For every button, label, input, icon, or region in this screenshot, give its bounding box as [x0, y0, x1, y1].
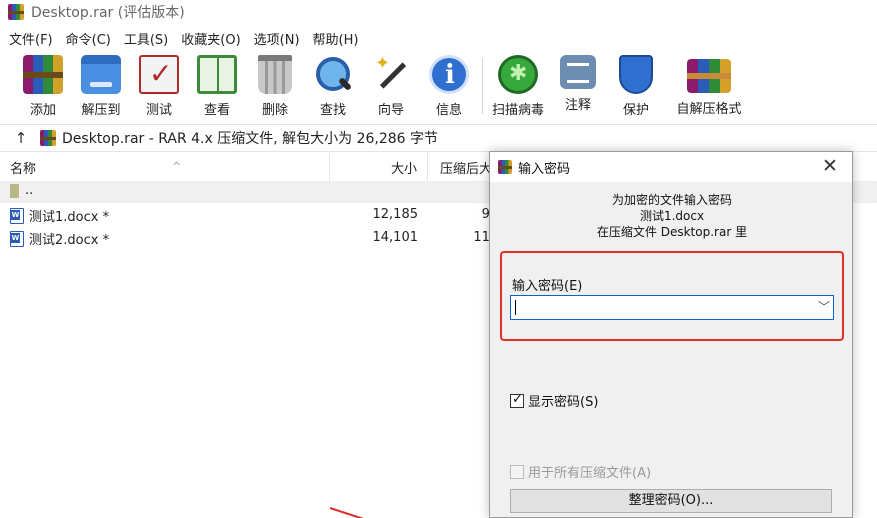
file-size: 12,185: [372, 207, 419, 222]
info-label: 信息: [435, 103, 462, 118]
word-doc-icon: [10, 207, 24, 224]
word-doc-icon: [10, 230, 24, 247]
password-highlight-box: 输入密码(E) ﹀: [500, 251, 844, 341]
test-label: 测试: [145, 103, 172, 118]
sfx-archive-icon: [687, 59, 731, 93]
add-label: 添加: [29, 103, 56, 118]
file-name: ..: [25, 183, 34, 198]
winrar-app-icon: [8, 4, 24, 20]
magnifier-icon: [313, 55, 353, 94]
text-caret: [515, 300, 516, 315]
sfx-label: 自解压格式: [676, 102, 742, 117]
dialog-title-bar: 输入密码 ✕: [490, 152, 852, 182]
shield-icon: [619, 55, 653, 94]
delete-button[interactable]: 删除: [246, 52, 304, 118]
sfx-button[interactable]: 自解压格式: [665, 52, 753, 118]
folder-extract-icon: [81, 55, 121, 94]
trash-icon: [258, 55, 292, 94]
wizard-label: 向导: [377, 103, 404, 118]
delete-label: 删除: [261, 103, 288, 118]
password-input[interactable]: ﹀: [510, 295, 834, 320]
info-button[interactable]: 信息: [420, 52, 478, 118]
sort-ascending-icon: ^: [172, 160, 182, 173]
protect-button[interactable]: 保护: [607, 52, 665, 118]
file-name: 测试2.docx *: [29, 233, 110, 248]
bug-icon: [498, 55, 538, 94]
address-field[interactable]: Desktop.rar - RAR 4.x 压缩文件, 解包大小为 26,286…: [36, 126, 869, 150]
virus-scan-button[interactable]: 扫描病毒: [487, 52, 549, 118]
use-for-all-option: 用于所有压缩文件(A): [510, 462, 651, 481]
wizard-button[interactable]: 向导: [362, 52, 420, 118]
menu-tools[interactable]: 工具(S): [124, 29, 168, 48]
menu-options[interactable]: 选项(N): [254, 29, 300, 48]
menu-favorites[interactable]: 收藏夹(O): [181, 29, 240, 48]
find-button[interactable]: 查找: [304, 52, 362, 118]
info-line-prompt: 为加密的文件输入密码: [611, 193, 732, 207]
find-label: 查找: [319, 103, 346, 118]
virus-scan-label: 扫描病毒: [491, 103, 544, 118]
up-arrow-icon[interactable]: ↑: [6, 129, 36, 147]
password-dialog: 输入密码 ✕ 为加密的文件输入密码 测试1.docx 在压缩文件 Desktop…: [489, 151, 853, 518]
menu-help[interactable]: 帮助(H): [313, 29, 359, 48]
info-line-filename: 测试1.docx: [639, 209, 705, 223]
column-header-size[interactable]: 大小: [330, 153, 428, 181]
magic-wand-icon: [371, 53, 411, 94]
menu-bar: 文件(F) 命令(C) 工具(S) 收藏夹(O) 选项(N) 帮助(H): [0, 27, 371, 49]
dialog-info: 为加密的文件输入密码 测试1.docx 在压缩文件 Desktop.rar 里: [490, 192, 854, 240]
view-button[interactable]: 查看: [188, 52, 246, 118]
winrar-app-icon: [498, 160, 512, 174]
show-password-option[interactable]: 显示密码(S): [510, 391, 598, 410]
show-password-checkbox[interactable]: [510, 392, 524, 408]
comment-button[interactable]: 注释: [549, 52, 607, 118]
comment-label: 注释: [564, 98, 591, 113]
dialog-title: 输入密码: [518, 161, 571, 177]
info-icon: [429, 55, 469, 94]
column-header-packed[interactable]: 压缩后大: [428, 153, 498, 181]
comment-icon: [560, 55, 596, 89]
menu-file[interactable]: 文件(F): [9, 29, 53, 48]
archive-icon: [40, 130, 56, 146]
view-label: 查看: [203, 103, 230, 118]
chevron-down-icon[interactable]: ﹀: [818, 298, 830, 315]
book-icon: [197, 55, 237, 94]
title-bar: Desktop.rar (评估版本): [0, 0, 877, 24]
test-button[interactable]: 测试: [130, 52, 188, 118]
info-line-archive: 在压缩文件 Desktop.rar 里: [596, 225, 748, 239]
archive-add-icon: [23, 55, 63, 94]
column-packed-label: 压缩后大: [440, 162, 493, 177]
menu-commands[interactable]: 命令(C): [66, 29, 111, 48]
use-for-all-checkbox: [510, 464, 524, 479]
file-packed-size: 9,: [481, 207, 494, 222]
organize-passwords-button[interactable]: 整理密码(O)...: [510, 489, 832, 513]
show-password-label: 显示密码(S): [528, 395, 599, 410]
extract-to-label: 解压到: [81, 103, 121, 118]
toolbar: 添加 解压到 测试 查看 删除 查找 向导 信息 扫描病毒 注释 保护: [0, 52, 877, 122]
file-size: 14,101: [372, 230, 419, 245]
use-for-all-label: 用于所有压缩文件(A): [528, 466, 652, 481]
folder-up-icon: [10, 183, 19, 198]
add-button[interactable]: 添加: [14, 52, 72, 118]
column-size-label: 大小: [390, 162, 417, 177]
checklist-icon: [139, 55, 179, 94]
toolbar-separator: [482, 58, 483, 114]
file-packed-size: 11,: [473, 230, 494, 245]
address-bar: ↑ Desktop.rar - RAR 4.x 压缩文件, 解包大小为 26,2…: [0, 124, 877, 152]
password-label: 输入密码(E): [512, 279, 583, 294]
protect-label: 保护: [622, 103, 649, 118]
address-text: Desktop.rar - RAR 4.x 压缩文件, 解包大小为 26,286…: [62, 131, 439, 147]
file-name: 测试1.docx *: [29, 210, 110, 225]
column-header-name[interactable]: 名称 ^: [10, 153, 330, 181]
column-name-label: 名称: [10, 162, 37, 177]
close-icon[interactable]: ✕: [818, 155, 842, 177]
extract-to-button[interactable]: 解压到: [72, 52, 130, 118]
window-title: Desktop.rar (评估版本): [31, 5, 185, 21]
